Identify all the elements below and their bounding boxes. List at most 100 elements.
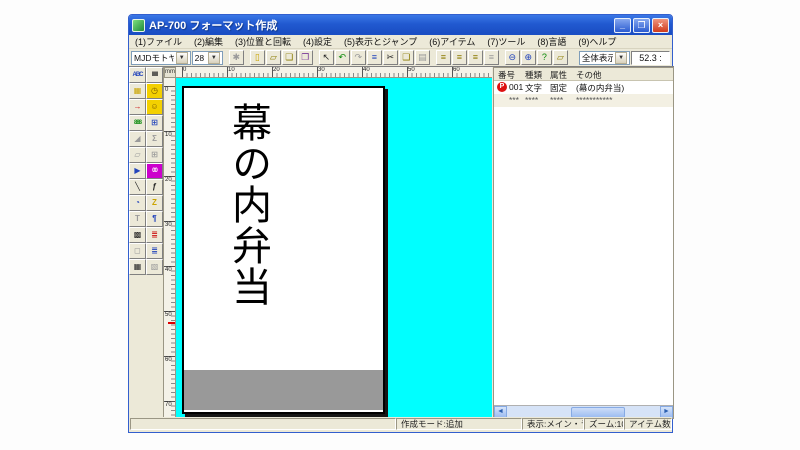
font-size-select[interactable]: 28 ▼ <box>191 50 223 65</box>
table-tool-icon[interactable]: ▦ <box>129 83 146 99</box>
datamatrix-tool-icon[interactable]: ▦ <box>129 259 146 275</box>
cut-button[interactable]: ✂ <box>382 50 398 65</box>
browse-button[interactable]: ▱ <box>552 50 568 65</box>
label-text-item[interactable]: 幕の内弁当 <box>225 102 271 402</box>
ruler-number: 10 <box>165 132 172 138</box>
copy-button[interactable]: ❑ <box>398 50 414 65</box>
align-left-button[interactable]: ≡ <box>435 50 451 65</box>
coordinate-display: 52.3 : 51.3 <box>631 50 670 75</box>
menu-help[interactable]: (9)ヘルプ <box>572 35 622 48</box>
ruler-number: 40 <box>165 267 172 273</box>
status-mode: 作成モード:追加 <box>396 418 522 430</box>
import-button[interactable]: ❐ <box>297 50 313 65</box>
numbered-list-tool-icon[interactable]: ≣ <box>146 227 163 243</box>
double-zero-tool-icon[interactable]: 00 <box>146 163 163 179</box>
ruler-number: 70 <box>165 402 172 408</box>
close-button[interactable]: × <box>652 17 669 33</box>
title-bar[interactable]: AP-700 フォーマット作成 _ ❐ × <box>129 15 672 35</box>
text-block-tool-icon[interactable]: ¶ <box>146 211 163 227</box>
horizontal-ruler: 0 10 20 30 40 50 60 <box>176 67 492 78</box>
item-list-panel: 番号 種類 属性 その他 P 001 文字 固定 (幕の内弁当) *** ***… <box>493 67 674 419</box>
layers-tool-icon[interactable]: ▱ <box>129 147 146 163</box>
ruler-cursor-marker <box>168 322 175 324</box>
barcode-tool-icon[interactable]: ‖‖‖ <box>146 67 163 83</box>
pie-chart-tool-icon[interactable]: ◔ <box>129 195 146 211</box>
shape-tool-icon[interactable]: ▧ <box>146 259 163 275</box>
table-row[interactable]: P 001 文字 固定 (幕の内弁当) <box>494 81 673 94</box>
triangle-tool-icon[interactable]: ◢ <box>129 131 146 147</box>
font-size-value: 28 <box>194 52 205 63</box>
align-center-button[interactable]: ≡ <box>451 50 467 65</box>
line-tool-icon[interactable]: ╲ <box>129 179 146 195</box>
chevron-down-icon[interactable]: ▼ <box>615 51 628 64</box>
menu-edit[interactable]: (2)編集 <box>188 35 229 48</box>
ruler-number: 60 <box>165 357 172 363</box>
menu-file[interactable]: (1)ファイル <box>129 35 188 48</box>
polygon-tool-icon[interactable]: Z <box>146 195 163 211</box>
menu-view-jump[interactable]: (5)表示とジャンプ <box>338 35 423 48</box>
menu-position-rotate[interactable]: (3)位置と回転 <box>229 35 297 48</box>
ruler-number: 50 <box>408 67 415 73</box>
font-select-value: MJDモトヤEX明朝 <box>134 52 174 63</box>
smiley-tool-icon[interactable]: ☺ <box>146 99 163 115</box>
label-page[interactable]: 幕の内弁当 <box>182 86 385 414</box>
minimize-button[interactable]: _ <box>614 17 631 33</box>
scrollbar-thumb[interactable] <box>571 406 626 418</box>
save-button[interactable]: ❏ <box>281 50 297 65</box>
desktop: AP-700 フォーマット作成 _ ❐ × (1)ファイル (2)編集 (3)位… <box>0 0 800 450</box>
insert-arrow-tool-icon[interactable]: ▶ <box>129 163 146 179</box>
font-select[interactable]: MJDモトヤEX明朝 ▼ <box>131 50 191 65</box>
frame-tool-icon[interactable]: ◻ <box>129 243 146 259</box>
ruler-number: 20 <box>273 67 280 73</box>
qr-code-tool-icon[interactable]: ▩ <box>129 227 146 243</box>
sigma-tool-icon[interactable]: Σ <box>146 131 163 147</box>
ruler-number: 50 <box>165 312 172 318</box>
letter-tool-icon[interactable]: T <box>129 211 146 227</box>
cell-number: 001 <box>509 82 524 92</box>
chevron-down-icon[interactable]: ▼ <box>175 51 188 64</box>
url-arrow-tool-icon[interactable]: → <box>129 99 146 115</box>
table-row[interactable]: *** **** **** *********** <box>494 94 673 107</box>
menu-tools[interactable]: (7)ツール <box>481 35 531 48</box>
item-list-button[interactable]: ≡ <box>366 50 382 65</box>
chevron-down-icon[interactable]: ▼ <box>207 51 220 64</box>
design-canvas[interactable]: 幕の内弁当 <box>176 78 492 419</box>
cell-type: **** <box>525 95 539 105</box>
item-marker-icon: P <box>497 82 507 92</box>
select-tool-button[interactable]: ↖ <box>318 50 334 65</box>
cell-number: *** <box>509 95 519 105</box>
zoom-out-button[interactable]: ⊖ <box>504 50 520 65</box>
toolbar: MJDモトヤEX明朝 ▼ 28 ▼ ✱ ▯ ▱ ❏ ❐ ↖ ↶ ↷ ≡ ✂ ❑ … <box>129 49 672 75</box>
counter-tool-icon[interactable]: 888 <box>129 115 146 131</box>
label-band[interactable] <box>184 370 383 410</box>
align-justify-button[interactable]: ≡ <box>483 50 499 65</box>
ruler-number: 0 <box>165 87 169 93</box>
clock-tool-icon[interactable]: ◷ <box>146 83 163 99</box>
cell-other: *********** <box>576 95 613 105</box>
text-attribute-button[interactable]: ✱ <box>228 50 244 65</box>
status-item-count: アイテム数: 1 <box>624 418 672 430</box>
new-file-button[interactable]: ▯ <box>249 50 265 65</box>
calculator-tool-icon[interactable]: ⊞ <box>146 115 163 131</box>
menu-item[interactable]: (6)アイテム <box>423 35 481 48</box>
menu-language[interactable]: (8)言語 <box>531 35 572 48</box>
app-window: AP-700 フォーマット作成 _ ❐ × (1)ファイル (2)編集 (3)位… <box>128 14 674 433</box>
function-tool-icon[interactable]: ƒ <box>146 179 163 195</box>
help-button[interactable]: ? <box>536 50 552 65</box>
maximize-button[interactable]: ❐ <box>633 17 650 33</box>
align-right-button[interactable]: ≡ <box>467 50 483 65</box>
vertical-ruler: 0 10 20 30 40 50 60 70 <box>164 78 176 419</box>
undo-button[interactable]: ↶ <box>334 50 350 65</box>
header-type: 種類 <box>525 70 543 80</box>
paste-button[interactable]: ▤ <box>414 50 430 65</box>
open-file-button[interactable]: ▱ <box>265 50 281 65</box>
grid-tool-icon[interactable]: ⊞ <box>146 147 163 163</box>
zoom-in-button[interactable]: ⊕ <box>520 50 536 65</box>
redo-button[interactable]: ↷ <box>350 50 366 65</box>
menu-bar: (1)ファイル (2)編集 (3)位置と回転 (4)設定 (5)表示とジャンプ … <box>129 35 672 49</box>
view-mode-select[interactable]: 全体表示 ▼ <box>578 50 631 65</box>
order-list-tool-icon[interactable]: ≣ <box>146 243 163 259</box>
cell-type: 文字 <box>525 83 543 93</box>
text-tool-icon[interactable]: ABC <box>129 67 146 83</box>
menu-settings[interactable]: (4)設定 <box>297 35 338 48</box>
